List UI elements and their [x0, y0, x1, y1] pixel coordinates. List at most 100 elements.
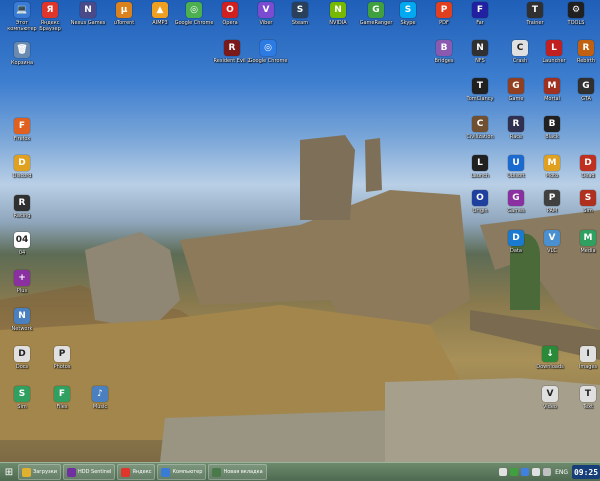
firefox-icon: F: [14, 118, 30, 134]
desktop-shortcut[interactable]: ◎ Google Chrome: [248, 40, 288, 82]
desktop-shortcut[interactable]: µ uTorrent: [104, 2, 144, 44]
desktop-shortcut[interactable]: 🗑 Корзина: [2, 42, 42, 84]
desktop-shortcut-label: Discord: [12, 173, 32, 179]
desktop-shortcut[interactable]: P Photos: [42, 346, 82, 388]
yandex-icon: [121, 467, 131, 477]
desktop-shortcut-label: Civilization: [466, 134, 494, 140]
taskbar-button-label: HDD Sentinel: [77, 469, 112, 475]
desktop-shortcut[interactable]: I Images: [568, 346, 600, 388]
desktop-shortcut[interactable]: N Network: [2, 308, 42, 350]
desktop-shortcut[interactable]: D Discord: [2, 155, 42, 197]
taskbar-button[interactable]: Загрузки: [18, 464, 61, 480]
desktop-shortcut[interactable]: B Black: [532, 116, 572, 158]
desktop-shortcut[interactable]: S Skype: [388, 2, 428, 44]
desktop-shortcut[interactable]: G Games: [496, 190, 536, 232]
desktop-shortcut[interactable]: V Video: [530, 386, 570, 428]
desktop-shortcut[interactable]: F Firefox: [2, 118, 42, 160]
tray-icon[interactable]: [543, 468, 552, 476]
tray-icon[interactable]: [521, 468, 530, 476]
utorrent-icon: µ: [116, 2, 132, 18]
desktop-shortcut[interactable]: N NFS: [460, 40, 500, 82]
desktop-shortcut-label: Origin: [472, 208, 488, 214]
desktop-shortcut[interactable]: V VLC: [532, 230, 572, 272]
resident-evil-icon: R: [224, 40, 240, 56]
desktop-shortcut-label: Nexus Games: [70, 20, 106, 26]
files-icon: F: [54, 386, 70, 402]
taskbar-button[interactable]: HDD Sentinel: [62, 464, 116, 480]
desktop-shortcut[interactable]: S Steam: [280, 2, 320, 44]
sim2-icon: S: [14, 386, 30, 402]
desktop-shortcut[interactable]: T Trainer: [515, 2, 555, 44]
aimp-icon: ▲: [152, 2, 168, 18]
desktop-shortcut[interactable]: D Data: [496, 230, 536, 272]
desktop-shortcut-label: Video: [542, 404, 557, 410]
steam-icon: S: [292, 2, 308, 18]
desktop-shortcut[interactable]: T Text: [568, 386, 600, 428]
tray-icon[interactable]: [532, 468, 541, 476]
start-button[interactable]: ⊞: [2, 465, 16, 479]
desktop-shortcut[interactable]: F Files: [42, 386, 82, 428]
desktop-shortcut[interactable]: C Civilization: [460, 116, 500, 158]
desktop-shortcut[interactable]: D Docs: [2, 346, 42, 388]
desktop-shortcut[interactable]: R Race: [496, 116, 536, 158]
desktop-shortcut-label: NVIDIA: [329, 20, 347, 26]
desktop-shortcut[interactable]: ◎ Google Chrome: [174, 2, 214, 44]
game-icon: G: [508, 78, 524, 94]
desktop-shortcut-label: TOOLS: [567, 20, 585, 26]
taskbar: ⊞ Загрузки HDD Sentinel Яндекс Компьютер Нов…: [0, 462, 600, 481]
desktop-shortcut[interactable]: ↓ Downloads: [530, 346, 570, 388]
tray-icon[interactable]: [510, 468, 519, 476]
desktop-shortcut[interactable]: M Media: [568, 230, 600, 272]
desktop-shortcut[interactable]: P PAM: [532, 190, 572, 232]
desktop-shortcut[interactable]: P PDF: [424, 2, 464, 44]
launcher-icon: L: [546, 40, 562, 56]
desktop-shortcut[interactable]: N NVIDIA: [318, 2, 358, 44]
desktop-shortcut[interactable]: S Sim: [2, 386, 42, 428]
desktop-shortcut-label: TomClancy: [466, 96, 494, 102]
tray-language[interactable]: ENG: [555, 469, 568, 476]
nexus-icon: N: [80, 2, 96, 18]
desktop-shortcut[interactable]: + Plus: [2, 270, 42, 312]
pdf-icon: P: [436, 2, 452, 18]
docs-icon: D: [14, 346, 30, 362]
desktop-shortcut-label: Downloads: [536, 364, 564, 370]
desktop-shortcut[interactable]: O Origin: [460, 190, 500, 232]
clock[interactable]: 09:25: [572, 465, 600, 479]
desktop-shortcut-label: Resident Evil 2: [213, 58, 251, 64]
desktop-shortcut-label: Launch: [470, 173, 490, 179]
desktop-shortcut[interactable]: 04 04: [2, 232, 42, 274]
rebirth-icon: R: [578, 40, 594, 56]
text-icon: T: [580, 386, 596, 402]
dead-icon: D: [580, 155, 596, 171]
desktop-shortcut[interactable]: Я Яндекс Браузер: [30, 2, 70, 44]
plus-icon: +: [14, 270, 30, 286]
data-icon: D: [508, 230, 524, 246]
sim-icon: S: [580, 190, 596, 206]
desktop-shortcut[interactable]: N Nexus Games: [68, 2, 108, 44]
taskbar-button-label: Яндекс: [132, 469, 152, 475]
desktop-shortcut[interactable]: R Rebirth: [566, 40, 600, 82]
taskbar-button[interactable]: Яндекс: [117, 464, 156, 480]
desktop-shortcut-label: Games: [507, 208, 525, 214]
desktop-shortcut[interactable]: B Bridges: [424, 40, 464, 82]
desktop-shortcut-label: Google Chrome: [248, 58, 288, 64]
desktop[interactable]: 💻 Этот компьютер Я Яндекс Браузер N Nexus Gam…: [0, 0, 600, 462]
skype-icon: S: [400, 2, 416, 18]
desktop-shortcut[interactable]: R Racing: [2, 195, 42, 237]
desktop-shortcut[interactable]: ⚙ TOOLS: [556, 2, 596, 44]
crash-icon: C: [512, 40, 528, 56]
desktop-shortcut[interactable]: R Resident Evil 2: [212, 40, 252, 82]
tray-icon[interactable]: [499, 468, 508, 476]
desktop-shortcut[interactable]: F Far: [460, 2, 500, 44]
taskbar-button[interactable]: Новая вкладка: [208, 464, 267, 480]
desktop-shortcut[interactable]: T TomClancy: [460, 78, 500, 120]
desktop-shortcut[interactable]: O Opera: [210, 2, 250, 44]
desktop-shortcut[interactable]: G Game: [496, 78, 536, 120]
desktop-shortcut[interactable]: ♪ Music: [80, 386, 120, 428]
trainer-icon: T: [527, 2, 543, 18]
desktop-shortcut[interactable]: G GTA: [566, 78, 600, 120]
desktop-shortcut[interactable]: S Sim: [568, 190, 600, 232]
taskbar-button[interactable]: Компьютер: [157, 464, 207, 480]
desktop-shortcut-label: Bridges: [434, 58, 454, 64]
computer-task-icon: [161, 467, 171, 477]
